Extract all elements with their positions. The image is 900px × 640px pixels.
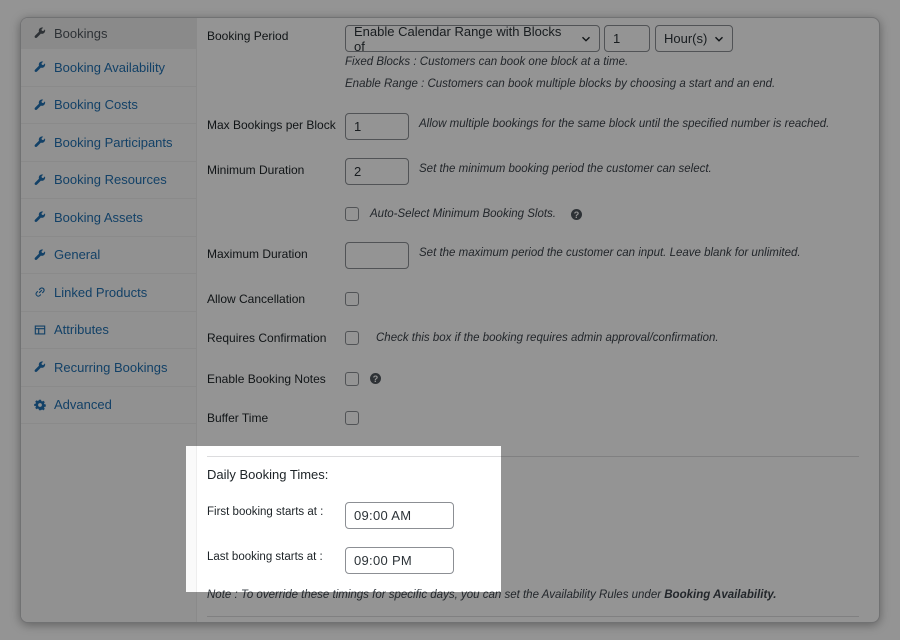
sidebar-item-booking-resources[interactable]: Booking Resources (21, 162, 196, 199)
first-booking-time-value: 09:00 AM (354, 508, 412, 523)
booking-unit-value: Hour(s) (664, 31, 708, 46)
min-duration-hint: Set the minimum booking period the custo… (419, 163, 712, 175)
sidebar-item-label: Booking Participants (54, 134, 173, 150)
sidebar-item-label: Linked Products (54, 284, 148, 300)
wrench-icon (33, 26, 47, 40)
allow-cancellation-label: Allow Cancellation (207, 292, 306, 306)
booking-period-hint-range: Enable Range : Customers can book multip… (345, 78, 776, 90)
wrench-icon (33, 98, 47, 112)
gear-icon (33, 398, 47, 412)
sidebar-item-label: Advanced (54, 397, 112, 413)
wrench-icon (33, 60, 47, 74)
min-duration-label: Minimum Duration (207, 163, 305, 177)
booking-block-input[interactable]: 1 (604, 25, 650, 52)
link-icon (33, 285, 47, 299)
sidebar-item-label: Booking Resources (54, 172, 167, 188)
sidebar-item-bookings[interactable]: Bookings (21, 18, 196, 49)
booking-period-hint-fixed: Fixed Blocks : Customers can book one bl… (345, 56, 629, 68)
daily-booking-times-heading: Daily Booking Times: (207, 467, 329, 482)
auto-select-label: Auto-Select Minimum Booking Slots. (370, 208, 556, 220)
first-booking-label: First booking starts at : (207, 506, 324, 518)
max-duration-input[interactable] (345, 242, 409, 269)
override-note: Note : To override these timings for spe… (207, 589, 777, 601)
last-booking-time-value: 09:00 PM (354, 553, 413, 568)
sidebar-item-label: Bookings (54, 25, 108, 41)
sidebar-item-booking-participants[interactable]: Booking Participants (21, 124, 196, 162)
requires-confirmation-hint: Check this box if the booking requires a… (376, 332, 719, 344)
max-bookings-label: Max Bookings per Block (207, 118, 336, 132)
wrench-icon (33, 248, 47, 262)
requires-confirmation-label: Requires Confirmation (207, 331, 327, 345)
chevron-down-icon (715, 36, 723, 42)
table-icon (33, 323, 47, 337)
wrench-icon (33, 135, 47, 149)
booking-block-value: 1 (613, 31, 621, 46)
sidebar-item-booking-costs[interactable]: Booking Costs (21, 87, 196, 124)
sidebar-item-label: Booking Availability (54, 59, 166, 75)
sidebar: Bookings Booking Availability Booking Co… (21, 18, 197, 622)
wrench-icon (33, 210, 47, 224)
max-duration-hint: Set the maximum period the customer can … (419, 247, 801, 259)
booking-notes-checkbox[interactable] (345, 372, 359, 386)
sidebar-item-label: Booking Assets (54, 209, 143, 225)
buffer-time-checkbox[interactable] (345, 411, 359, 425)
max-bookings-input[interactable]: 1 (345, 113, 409, 140)
help-icon[interactable]: ? (370, 373, 381, 384)
booking-period-mode-value: Enable Calendar Range with Blocks of (354, 23, 562, 54)
bookings-form: Booking Period Enable Calendar Range wit… (198, 18, 879, 622)
min-duration-input[interactable]: 2 (345, 158, 409, 185)
max-duration-label: Maximum Duration (207, 247, 308, 261)
sidebar-item-label: General (54, 247, 101, 263)
last-booking-time-input[interactable]: 09:00 PM (345, 547, 454, 574)
bottom-divider (207, 616, 859, 617)
sidebar-item-booking-assets[interactable]: Booking Assets (21, 199, 196, 237)
auto-select-checkbox[interactable] (345, 207, 359, 221)
min-duration-value: 2 (354, 164, 362, 179)
allow-cancellation-checkbox[interactable] (345, 292, 359, 306)
booking-period-mode-select[interactable]: Enable Calendar Range with Blocks of (345, 23, 600, 54)
sidebar-item-general[interactable]: General (21, 237, 196, 274)
product-data-panel: Bookings Booking Availability Booking Co… (20, 17, 880, 623)
sidebar-item-advanced[interactable]: Advanced (21, 387, 196, 424)
wrench-icon (33, 173, 47, 187)
max-bookings-value: 1 (354, 119, 362, 134)
sidebar-item-recurring-bookings[interactable]: Recurring Bookings (21, 349, 196, 387)
booking-notes-label: Enable Booking Notes (207, 372, 326, 386)
sidebar-item-linked-products[interactable]: Linked Products (21, 274, 196, 312)
last-booking-label: Last booking starts at : (207, 551, 323, 563)
sidebar-item-label: Recurring Bookings (54, 359, 168, 375)
max-bookings-hint: Allow multiple bookings for the same blo… (419, 118, 830, 130)
sidebar-item-booking-availability[interactable]: Booking Availability (21, 49, 196, 87)
first-booking-time-input[interactable]: 09:00 AM (345, 502, 454, 529)
sidebar-item-label: Booking Costs (54, 97, 138, 113)
buffer-time-label: Buffer Time (207, 411, 269, 425)
requires-confirmation-checkbox[interactable] (345, 331, 359, 345)
section-divider (207, 456, 859, 457)
override-note-text: Note : To override these timings for spe… (207, 589, 665, 601)
help-icon[interactable]: ? (571, 209, 582, 220)
booking-period-label: Booking Period (207, 29, 289, 43)
wrench-icon (33, 360, 47, 374)
sidebar-item-label: Attributes (54, 322, 109, 338)
override-note-link: Booking Availability. (664, 589, 777, 601)
chevron-down-icon (582, 36, 590, 42)
sidebar-item-attributes[interactable]: Attributes (21, 312, 196, 349)
booking-unit-select[interactable]: Hour(s) (655, 25, 733, 52)
